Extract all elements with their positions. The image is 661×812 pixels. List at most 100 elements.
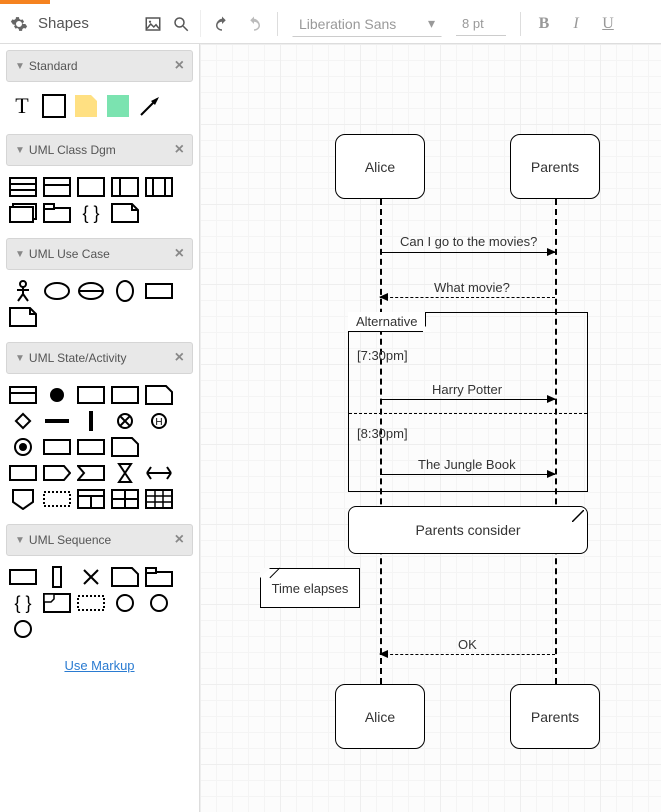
group-uml-usecase[interactable]: ▼ UML Use Case × (6, 238, 193, 270)
redo-button[interactable] (245, 15, 263, 33)
shape-rect4[interactable] (110, 384, 140, 406)
shape-seq-rect[interactable] (8, 566, 38, 588)
shape-seq-circ2[interactable] (144, 592, 174, 614)
use-markup-link[interactable]: Use Markup (0, 648, 199, 683)
shape-seq-dash[interactable] (76, 592, 106, 614)
shape-actor[interactable] (8, 280, 38, 302)
shape-line2[interactable] (42, 306, 72, 328)
shape-braces[interactable]: { } (76, 202, 106, 224)
shape-class1[interactable] (76, 176, 106, 198)
shape-multi[interactable] (8, 202, 38, 224)
shape-classv2[interactable] (144, 176, 174, 198)
shape-table1[interactable] (76, 488, 106, 510)
shape-shield[interactable] (8, 488, 38, 510)
font-family-select[interactable]: Liberation Sans ▾ (292, 10, 442, 37)
shape-rect6[interactable] (76, 436, 106, 458)
shape-seq-circ3[interactable] (8, 618, 38, 640)
shape-ellipse-h[interactable] (76, 280, 106, 302)
image-icon[interactable] (144, 15, 162, 33)
canvas[interactable]: Alice Parents Can I go to the movies? Wh… (200, 44, 661, 812)
shape-rect7[interactable] (8, 462, 38, 484)
note-time[interactable]: Time elapses (260, 568, 360, 608)
msg-arrow-return[interactable] (380, 654, 555, 655)
guard: [8:30pm] (357, 426, 408, 441)
close-icon[interactable]: × (175, 349, 184, 367)
shape-note3[interactable] (144, 384, 174, 406)
shape-hbar[interactable] (42, 410, 72, 432)
shape-seq-note[interactable] (110, 566, 140, 588)
underline-button[interactable]: U (599, 15, 617, 33)
shape-state[interactable] (8, 384, 38, 406)
msg-arrow[interactable] (380, 474, 555, 475)
shape-note-yellow[interactable] (72, 92, 100, 120)
shape-seq-circ[interactable] (110, 592, 140, 614)
shape-table2[interactable] (110, 488, 140, 510)
group-standard[interactable]: ▼ Standard × (6, 50, 193, 82)
shape-signal[interactable] (42, 462, 72, 484)
shape-rect2[interactable] (144, 280, 174, 302)
shape-circx[interactable] (110, 410, 140, 432)
close-icon[interactable]: × (175, 531, 184, 549)
close-icon[interactable]: × (175, 57, 184, 75)
shape-seq-pkg[interactable] (144, 566, 174, 588)
shape-note[interactable] (110, 202, 140, 224)
msg-arrow[interactable] (380, 252, 555, 253)
collapse-icon: ▼ (15, 145, 25, 156)
chevron-down-icon: ▾ (428, 15, 435, 32)
font-size-input[interactable]: 8 pt (456, 12, 506, 36)
shape-diamond[interactable] (8, 410, 38, 432)
shape-line[interactable] (144, 202, 174, 224)
note-consider[interactable]: Parents consider (348, 506, 588, 554)
shape-ellipse-v[interactable] (110, 280, 140, 302)
shape-class2[interactable] (42, 176, 72, 198)
shape-seq-frame[interactable] (42, 592, 72, 614)
shape-arrow[interactable] (136, 92, 164, 120)
shape-dashbox[interactable] (42, 488, 72, 510)
shape-vbar[interactable] (76, 410, 106, 432)
italic-button[interactable]: I (567, 15, 585, 33)
lifeline-alice-top[interactable]: Alice (335, 134, 425, 199)
shape-hourglass[interactable] (110, 462, 140, 484)
shape-rect3[interactable] (76, 384, 106, 406)
search-icon[interactable] (172, 15, 190, 33)
shape-seq-braces[interactable]: { } (8, 592, 38, 614)
label: Alice (365, 709, 395, 725)
group-uml-sequence[interactable]: ▼ UML Sequence × (6, 524, 193, 556)
group-label: UML Use Case (29, 247, 110, 261)
shape-class3[interactable] (8, 176, 38, 198)
group-label: UML Sequence (29, 533, 111, 547)
shape-destroy[interactable] (76, 566, 106, 588)
shape-initial[interactable] (42, 384, 72, 406)
shape-rect-green[interactable] (104, 92, 132, 120)
shape-line3[interactable] (144, 436, 174, 458)
shape-rect[interactable] (40, 92, 68, 120)
shape-ellipse[interactable] (42, 280, 72, 302)
gear-icon[interactable] (10, 15, 28, 33)
shape-note2[interactable] (8, 306, 38, 328)
lifeline-parents-top[interactable]: Parents (510, 134, 600, 199)
lifeline-alice-bottom[interactable]: Alice (335, 684, 425, 749)
close-icon[interactable]: × (175, 245, 184, 263)
bold-button[interactable]: B (535, 15, 553, 33)
msg-label: Can I go to the movies? (400, 234, 537, 249)
msg-arrow-return[interactable] (380, 297, 555, 298)
shape-rect5[interactable] (42, 436, 72, 458)
lifeline-parents-bottom[interactable]: Parents (510, 684, 600, 749)
shape-final[interactable] (8, 436, 38, 458)
svg-text:T: T (15, 93, 29, 118)
shape-circh[interactable]: H (144, 410, 174, 432)
label: Parents (531, 159, 579, 175)
shape-activation[interactable] (42, 566, 72, 588)
msg-arrow[interactable] (380, 399, 555, 400)
group-uml-class[interactable]: ▼ UML Class Dgm × (6, 134, 193, 166)
shape-table3[interactable] (144, 488, 174, 510)
shape-recv[interactable] (76, 462, 106, 484)
shape-text[interactable]: T (8, 92, 36, 120)
close-icon[interactable]: × (175, 141, 184, 159)
undo-button[interactable] (213, 15, 231, 33)
shape-package[interactable] (42, 202, 72, 224)
shape-classv[interactable] (110, 176, 140, 198)
group-uml-state[interactable]: ▼ UML State/Activity × (6, 342, 193, 374)
shape-fork[interactable] (144, 462, 174, 484)
shape-note4[interactable] (110, 436, 140, 458)
